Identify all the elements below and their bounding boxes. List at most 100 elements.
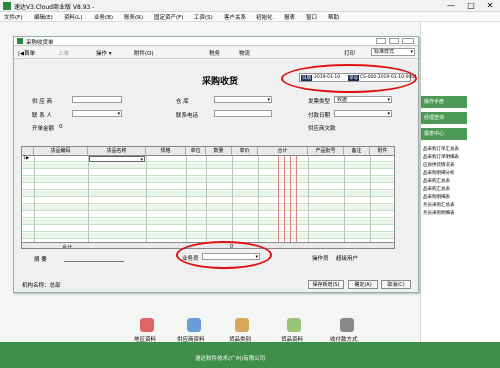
goods-name-select[interactable]: ▾ [89, 156, 145, 162]
app-title: 速达V3.Cloud商业版 V8.93 - [14, 4, 95, 11]
region-icon[interactable] [140, 318, 154, 332]
col-unit[interactable]: 单位 [186, 147, 206, 156]
summary-input[interactable] [64, 261, 124, 262]
grid-total-label: 合计 [62, 245, 73, 249]
report-link[interactable]: 品采购明细分析 [423, 170, 455, 176]
table-row[interactable]: 1▶ ▾ [22, 156, 394, 162]
menu-fixed-assets[interactable]: 固定资产(F) [154, 13, 183, 21]
report-link[interactable]: 务员采购汇总表 [423, 202, 455, 208]
contact-label: 联 系 人 [32, 113, 52, 119]
col-batch[interactable]: 产品批号 [308, 147, 344, 156]
grid-divider [34, 156, 35, 242]
open-amount-label: 开单金额 [32, 126, 55, 132]
chevron-down-icon: ▾ [410, 49, 413, 55]
menu-payroll[interactable]: 工资(S) [194, 13, 213, 21]
report-link[interactable]: 应商供货情况表 [423, 162, 455, 168]
grid-divider [284, 156, 285, 242]
manager-query-button[interactable]: 经理查询 [421, 112, 467, 124]
prev-record-button[interactable]: 上单 [58, 49, 69, 57]
operator-value: 超级用户 [336, 256, 359, 262]
table-row[interactable] [22, 198, 394, 204]
col-note[interactable]: 备注 [344, 147, 370, 156]
supplier-icon[interactable] [187, 318, 201, 332]
menu-accounts[interactable]: 账务(R) [124, 13, 143, 21]
menu-edit[interactable]: 编辑(E) [34, 13, 53, 21]
row-marker: 1▶ [23, 156, 30, 161]
supplier-label: 供 应 商 [32, 99, 52, 105]
table-row[interactable] [22, 212, 394, 218]
col-total[interactable]: 合计 [258, 147, 308, 156]
chevron-down-icon: ▾ [387, 97, 390, 103]
print-button[interactable]: 打印 [344, 49, 355, 57]
table-row[interactable] [22, 163, 394, 169]
cancel-button[interactable]: 取消(C) [381, 280, 411, 289]
warehouse-select[interactable]: ▾ [214, 96, 272, 103]
category-icon[interactable] [235, 318, 249, 332]
col-goods-name[interactable]: 货品名称 [88, 147, 146, 156]
table-row[interactable] [22, 219, 394, 225]
table-row[interactable] [22, 170, 394, 176]
logistics-button[interactable]: 物流 [239, 49, 250, 57]
dialog-maximize-button[interactable] [389, 38, 399, 44]
footer-company: 速达软件技术(广州)有限公司 [195, 356, 266, 362]
menu-init[interactable]: 初始化 [256, 13, 273, 21]
grid-divider [258, 156, 259, 242]
menu-help[interactable]: 帮助 [328, 13, 339, 21]
report-link[interactable]: 品采购订单汇总表 [423, 146, 459, 152]
table-row[interactable] [22, 184, 394, 190]
report-link[interactable]: 品采购汇总表 [423, 178, 450, 184]
col-price[interactable]: 单价 [232, 147, 258, 156]
grid-divider [88, 156, 89, 242]
attachment-button[interactable]: 附件(O) [134, 49, 154, 57]
manual-button[interactable]: 操作手册 [421, 96, 467, 108]
items-grid[interactable]: 货品编码 货品名称 规格 单位 数量 单价 合计 产品批号 备注 附件 1▶ ▾ [21, 146, 395, 249]
report-link[interactable]: 品采购明细表 [423, 194, 450, 200]
invoice-type-label: 发票类型 [308, 99, 331, 105]
grid-divider [308, 156, 309, 242]
menu-reports[interactable]: 报表 [284, 13, 295, 21]
report-center-button[interactable]: 报表中心 [421, 128, 467, 140]
table-row[interactable] [22, 233, 394, 239]
col-qty[interactable]: 数量 [206, 147, 232, 156]
table-row[interactable] [22, 226, 394, 232]
col-spec[interactable]: 规格 [146, 147, 186, 156]
tax-button[interactable]: 税务 [209, 49, 220, 57]
minimize-button[interactable]: — [440, 0, 462, 12]
print-style-value: 标准样式 [374, 49, 395, 55]
contact-select[interactable]: ▾ [72, 110, 122, 117]
supplier-input[interactable] [72, 96, 122, 103]
report-link[interactable]: 品采购订单明细表 [423, 154, 459, 160]
print-style-select[interactable]: 标准样式 ▾ [371, 48, 415, 56]
payment-icon[interactable] [340, 318, 354, 332]
pay-date-select[interactable]: ▾ [334, 110, 392, 117]
dialog-title: 采购收货单 [26, 40, 54, 46]
report-link[interactable]: 务员采购明细表 [423, 210, 455, 216]
table-row[interactable] [22, 177, 394, 183]
operation-menu-button[interactable]: 操作 ▾ [96, 49, 112, 57]
dialog-toolbar: |◀首单 上单 操作 ▾ 附件(O) 税务 物流 打印 标准样式 ▾ [14, 47, 418, 59]
menu-crm[interactable]: 客户关系 [224, 13, 246, 21]
save-new-button[interactable]: 保存新增(S) [308, 280, 344, 289]
close-button[interactable]: ✕ [479, 0, 500, 12]
menu-file[interactable]: 文件(F) [4, 13, 22, 21]
col-attach[interactable]: 附件 [370, 147, 394, 156]
dialog-minimize-button[interactable] [376, 38, 386, 44]
menu-business[interactable]: 业务(B) [94, 13, 113, 21]
table-row[interactable] [22, 205, 394, 211]
org-name: 机构名称：总部 [22, 283, 61, 289]
table-row[interactable] [22, 191, 394, 197]
dialog-close-button[interactable] [402, 38, 414, 44]
open-amount-value: 0 [59, 124, 63, 130]
invoice-type-select[interactable]: 收据 ▾ [334, 96, 392, 103]
col-goods-code[interactable]: 货品编码 [34, 147, 88, 156]
contact-phone-input[interactable] [214, 110, 272, 117]
grid-divider [290, 156, 291, 242]
first-record-button[interactable]: |◀首单 [18, 49, 35, 57]
menu-window[interactable]: 窗口 [306, 13, 317, 21]
menu-data[interactable]: 资料(L) [64, 13, 82, 21]
chevron-down-icon: ▾ [267, 97, 270, 103]
confirm-button[interactable]: 确定(A) [348, 280, 378, 289]
app-title-bar: 速达V3.Cloud商业版 V8.93 - — □ ✕ [0, 0, 500, 12]
report-link[interactable]: 品采购汇总表 [423, 186, 450, 192]
goods-icon[interactable] [287, 318, 301, 332]
